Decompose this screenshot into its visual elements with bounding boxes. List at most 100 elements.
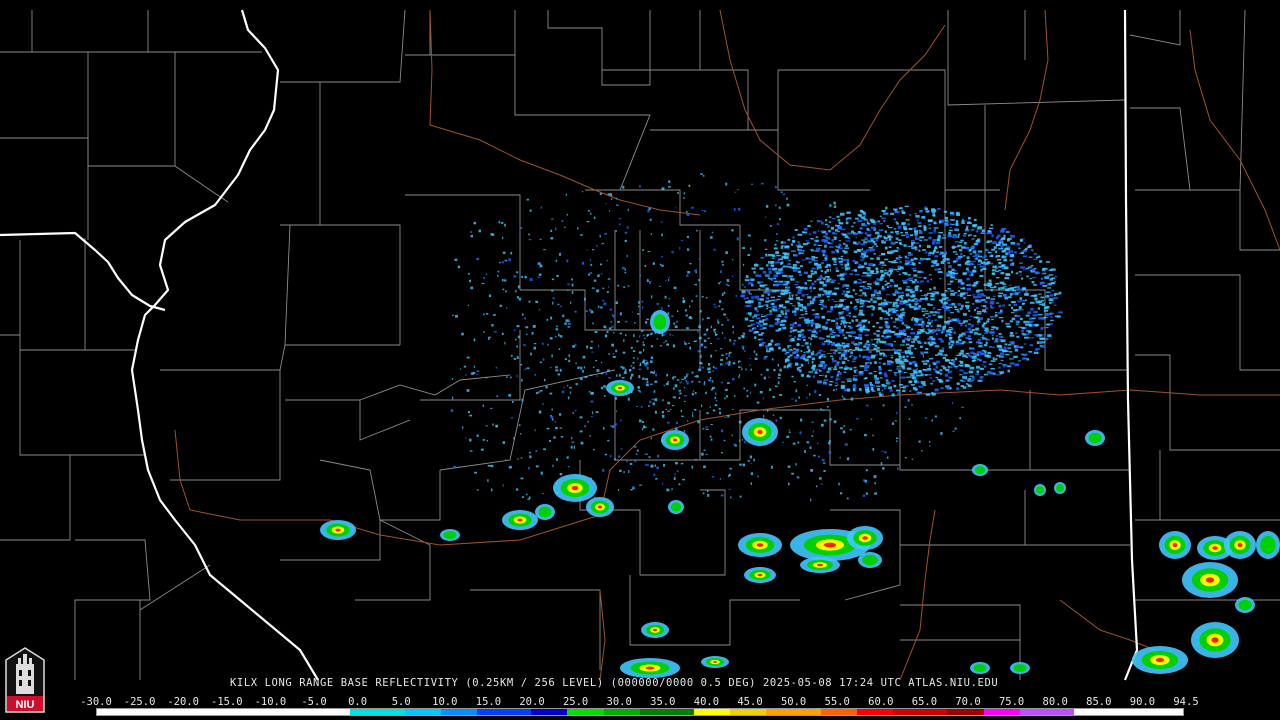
echo-pixel [542,342,544,345]
echo-pixel [806,346,810,349]
echo-pixel [534,429,536,432]
echo-pixel [909,373,915,375]
echo-pixel [896,411,898,415]
echo-pixel [875,231,880,235]
echo-pixel [989,316,994,318]
echo-pixel [830,336,835,339]
echo-pixel [617,320,620,323]
echo-pixel [906,286,911,288]
echo-pixel [946,386,950,390]
echo-pixel [579,416,583,419]
echo-pixel [956,387,960,391]
echo-pixel [668,186,671,188]
echo-pixel [487,464,491,467]
echo-pixel [854,337,860,340]
echo-pixel [797,334,802,338]
echo-pixel [483,313,485,316]
echo-pixel [639,484,642,486]
echo-pixel [731,434,733,437]
echo-pixel [896,327,899,329]
echo-pixel [819,477,822,480]
echo-pixel [894,241,898,244]
echo-pixel [962,234,967,237]
echo-pixel [613,424,615,428]
echo-pixel [965,226,969,230]
echo-pixel [774,318,780,321]
echo-pixel [794,254,798,257]
echo-pixel [608,327,612,330]
echo-pixel [700,354,702,358]
echo-pixel [644,321,648,324]
echo-pixel [637,305,640,308]
echo-pixel [867,268,871,271]
echo-pixel [646,318,649,321]
echo-pixel [846,388,851,392]
echo-pixel [747,325,751,327]
echo-pixel [450,409,454,413]
storm-cell-mid [443,531,457,539]
echo-pixel [786,286,791,289]
echo-pixel [823,419,827,422]
echo-pixel [888,369,892,372]
echo-pixel [797,270,801,274]
echo-pixel [988,279,992,282]
echo-pixel [776,251,779,253]
echo-pixel [767,277,770,279]
echo-pixel [460,368,462,370]
echo-pixel [923,370,928,372]
echo-pixel [949,362,954,365]
echo-pixel [996,344,1002,348]
echo-pixel [824,257,828,261]
echo-pixel [869,237,875,240]
echo-pixel [733,208,736,211]
echo-pixel [907,338,910,342]
echo-pixel [909,295,914,297]
echo-pixel [804,312,808,315]
echo-pixel [780,261,784,265]
echo-pixel [1033,311,1038,314]
echo-pixel [910,332,916,335]
echo-pixel [629,376,632,380]
echo-pixel [948,309,951,312]
echo-pixel [906,376,911,378]
echo-pixel [998,363,1002,365]
echo-pixel [896,258,901,260]
echo-pixel [831,279,837,282]
echo-pixel [950,312,954,314]
echo-pixel [817,351,822,354]
echo-pixel [958,339,962,342]
echo-pixel [466,389,470,392]
echo-pixel [733,340,737,342]
echo-pixel [1002,304,1006,307]
echo-pixel [940,387,944,390]
echo-pixel [829,381,834,383]
echo-pixel [618,488,620,492]
echo-pixel [666,421,670,424]
echo-pixel [599,192,602,196]
echo-pixel [754,295,760,299]
echo-pixel [598,344,600,348]
storm-cell-mid [670,502,682,512]
echo-pixel [1018,326,1022,328]
echo-pixel [964,363,969,367]
echo-pixel [632,366,635,370]
echo-pixel [742,335,745,338]
echo-pixel [815,240,819,242]
echo-pixel [853,366,857,369]
echo-pixel [1038,317,1042,320]
echo-pixel [812,364,817,367]
echo-pixel [879,393,883,397]
echo-pixel [686,274,689,277]
echo-pixel [947,235,952,238]
echo-pixel [1011,301,1016,304]
echo-pixel [903,281,908,284]
echo-pixel [990,289,993,292]
echo-pixel [852,315,857,318]
echo-pixel [579,430,583,433]
echo-pixel [705,391,707,395]
echo-pixel [969,354,972,358]
echo-pixel [935,310,937,314]
echo-pixel [826,370,830,373]
echo-pixel [884,323,889,327]
echo-pixel [892,280,895,284]
